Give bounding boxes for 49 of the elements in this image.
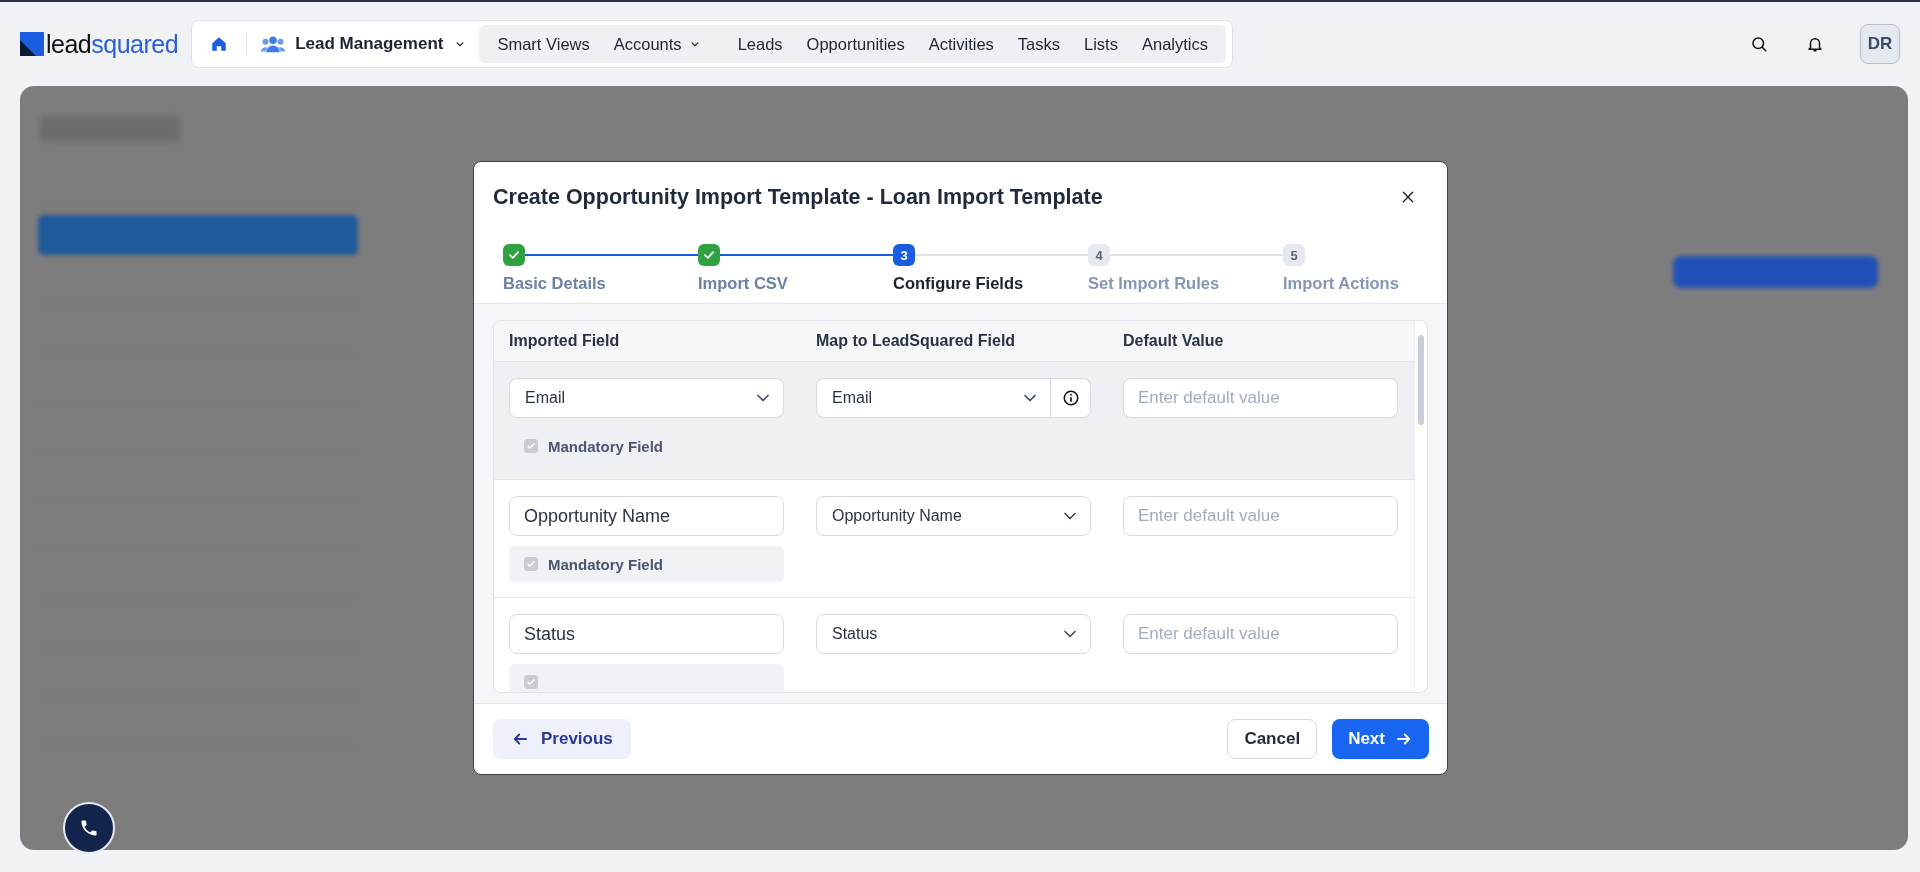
nav-item[interactable]: Activities (916, 25, 1006, 63)
column-header: Map to LeadSquared Field (816, 332, 1017, 350)
step-number: 5 (1283, 244, 1305, 266)
column-header: Imported Field (509, 332, 621, 350)
logo-mark-icon (20, 32, 44, 56)
close-icon (1401, 190, 1415, 204)
nav-item[interactable]: Leads (713, 25, 795, 63)
user-avatar[interactable]: DR (1860, 24, 1900, 64)
nav-item[interactable]: Tasks (1005, 25, 1073, 63)
map-field-dropdown[interactable]: Status (816, 614, 1091, 654)
map-field-dropdown[interactable]: Email (816, 378, 1051, 418)
mandatory-field-checkbox[interactable]: Mandatory Field (509, 546, 784, 582)
nav-item[interactable]: Accounts (601, 25, 714, 63)
home-icon (210, 35, 229, 53)
imported-field-input[interactable]: Opportunity Name (509, 496, 784, 536)
logo-text: leadsquared (46, 29, 179, 59)
step-label[interactable]: Import CSV (698, 274, 893, 293)
check-icon (526, 441, 536, 451)
default-value-input[interactable]: Enter default value (1123, 614, 1398, 654)
cancel-button[interactable]: Cancel (1227, 719, 1318, 759)
imported-field-input[interactable]: Status (509, 614, 784, 654)
imported-field-dropdown[interactable]: Email (509, 378, 784, 418)
mandatory-field-checkbox[interactable]: Mandatory Field (509, 428, 784, 464)
nav-item[interactable]: Analytics (1129, 25, 1220, 63)
bell-icon (1806, 35, 1824, 53)
step-number: 4 (1088, 244, 1110, 266)
info-icon (1061, 389, 1080, 407)
scrollbar[interactable] (1414, 321, 1427, 692)
search-icon (1750, 35, 1768, 53)
map-field-dropdown[interactable]: Opportunity Name (816, 496, 1091, 536)
nav-item[interactable]: Opportunities (794, 25, 917, 63)
nav-item[interactable]: Lists (1072, 25, 1130, 63)
mandatory-field-checkbox[interactable] (509, 664, 784, 692)
module-dropdown[interactable]: Lead Management (261, 34, 468, 54)
check-icon (526, 559, 536, 569)
default-value-input[interactable]: Enter default value (1123, 378, 1398, 418)
step-label[interactable]: Configure Fields (893, 274, 1088, 293)
check-icon (526, 677, 536, 687)
step-number: 3 (893, 244, 915, 266)
step-label[interactable]: Basic Details (503, 274, 698, 293)
previous-button[interactable]: Previous (493, 719, 631, 759)
people-icon (261, 35, 286, 53)
next-button[interactable]: Next (1332, 719, 1429, 759)
phone-icon (79, 818, 99, 838)
dialog-title: Create Opportunity Import Template - Loan Import Template (493, 184, 1103, 210)
info-button[interactable] (1051, 378, 1091, 418)
column-header: Default Value (1123, 332, 1225, 350)
nav-item[interactable]: Smart Views (485, 25, 602, 63)
default-value-input[interactable]: Enter default value (1123, 496, 1398, 536)
